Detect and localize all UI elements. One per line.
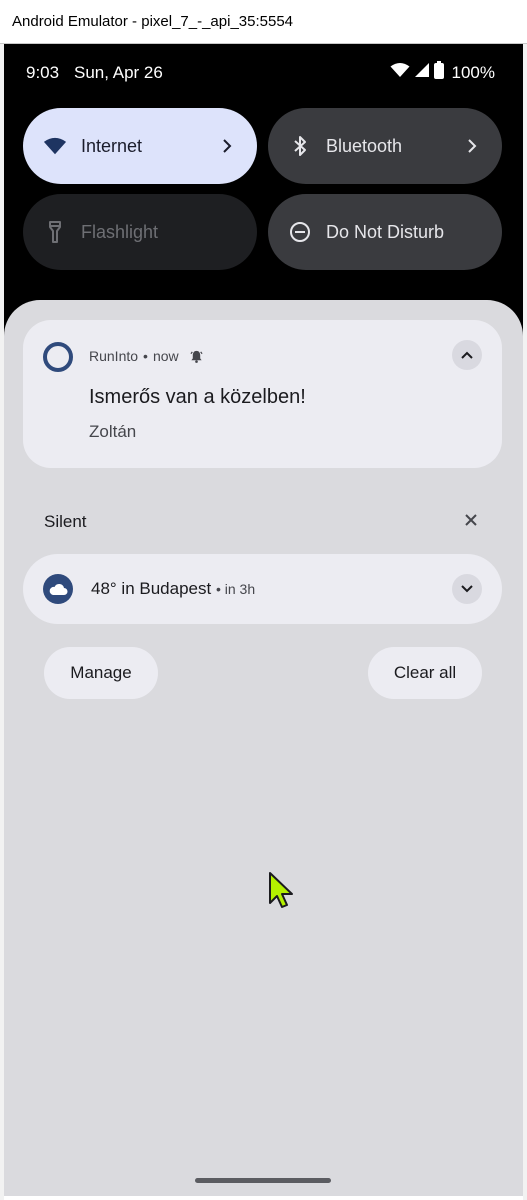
cellular-signal-icon — [414, 62, 430, 83]
wifi-icon — [43, 134, 67, 158]
expand-button[interactable] — [452, 574, 482, 604]
tile-bluetooth[interactable]: Bluetooth — [268, 108, 502, 184]
tile-label: Do Not Disturb — [326, 221, 445, 242]
battery-percentage: 100% — [451, 62, 495, 82]
cloud-icon — [43, 574, 73, 604]
status-bar: 9:03 Sun, Apr 26 100% — [4, 44, 523, 102]
collapse-button[interactable] — [452, 340, 482, 370]
emulator-title-bar: Android Emulator - pixel_7_-_api_35:5554 — [0, 0, 527, 44]
status-time: 9:03 — [26, 63, 60, 82]
gesture-nav-handle[interactable] — [195, 1178, 331, 1183]
weather-summary: 48° in Budapest • in 3h — [91, 579, 255, 599]
notification-header: RunInto • now — [89, 348, 203, 364]
chevron-right-icon — [217, 134, 237, 158]
status-icons: 100% — [390, 61, 495, 84]
wifi-icon — [390, 62, 410, 83]
weather-sub: in 3h — [224, 581, 256, 597]
weather-title: 48° in Budapest — [91, 579, 212, 598]
do-not-disturb-icon — [288, 220, 312, 244]
close-icon[interactable] — [459, 508, 483, 532]
notification-app-name: RunInto — [89, 348, 139, 364]
notification-text: Zoltán — [89, 422, 137, 441]
manage-button[interactable]: Manage — [44, 647, 158, 699]
tile-do-not-disturb[interactable]: Do Not Disturb — [268, 194, 502, 270]
notification-weather[interactable]: 48° in Budapest • in 3h — [23, 554, 502, 624]
tile-flashlight[interactable]: Flashlight — [23, 194, 257, 270]
header-separator: • — [143, 348, 148, 364]
tile-label: Internet — [81, 135, 143, 156]
tile-label: Flashlight — [81, 221, 159, 242]
clear-all-button[interactable]: Clear all — [368, 647, 482, 699]
notification-shade: RunInto • now Ismerős van a közelben! Zo… — [4, 300, 523, 1196]
status-date: Sun, Apr 26 — [74, 63, 163, 82]
app-icon — [43, 342, 73, 372]
battery-icon — [433, 61, 444, 84]
silent-section-label: Silent — [44, 512, 87, 531]
chevron-right-icon — [462, 134, 482, 158]
flashlight-icon — [43, 220, 67, 244]
notification-time: now — [152, 348, 179, 364]
window-title: Android Emulator - pixel_7_-_api_35:5554 — [12, 13, 294, 30]
tile-internet[interactable]: Internet — [23, 108, 257, 184]
header-separator: • — [215, 581, 225, 597]
bluetooth-icon — [288, 134, 312, 158]
notification-title: Ismerős van a közelben! — [89, 386, 306, 408]
mouse-cursor-icon — [269, 872, 293, 908]
tile-label: Bluetooth — [326, 135, 403, 156]
phone-screen: 9:03 Sun, Apr 26 100% Internet Bluetooth… — [4, 44, 523, 1196]
notification-runinto[interactable]: RunInto • now Ismerős van a közelben! Zo… — [23, 320, 502, 468]
alert-bell-icon — [190, 350, 203, 363]
